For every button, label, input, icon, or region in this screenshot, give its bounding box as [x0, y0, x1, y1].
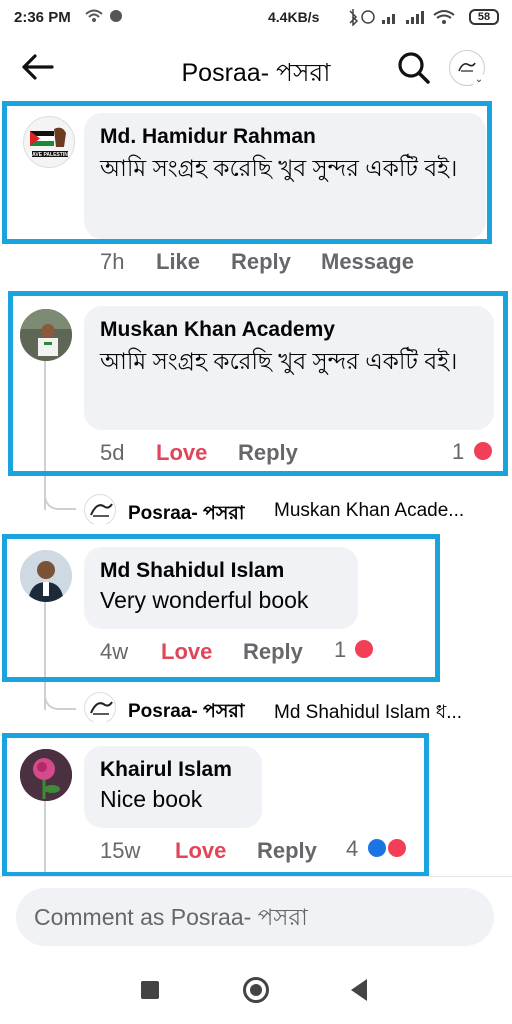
reply-preview-text: Muskan Khan Acade...	[274, 500, 465, 521]
comment-author[interactable]: Muskan Khan Academy	[100, 316, 478, 344]
academy-avatar-image	[20, 309, 72, 361]
reaction-count[interactable]: 4	[346, 836, 358, 862]
like-button[interactable]: Like	[156, 249, 200, 275]
reply-button[interactable]: Reply	[243, 639, 303, 665]
love-button[interactable]: Love	[161, 639, 212, 665]
comment-composer-bar: Comment as Posraa- পসরা	[0, 876, 512, 956]
recent-apps-button[interactable]	[141, 981, 159, 999]
page-title: Posraa- পসরা	[181, 59, 331, 87]
comment-author[interactable]: Md. Hamidur Rahman	[100, 123, 470, 151]
reply-button[interactable]: Reply	[257, 838, 317, 864]
thread-connector	[44, 470, 76, 510]
status-system-icons	[348, 8, 464, 29]
comment-actions: 15w Love Reply	[0, 838, 512, 868]
reaction-count[interactable]: 1	[334, 637, 346, 663]
love-button[interactable]: Love	[175, 838, 226, 864]
status-notification-icons	[84, 8, 128, 27]
comment-input[interactable]: Comment as Posraa- পসরা	[16, 888, 494, 946]
reply-preview-text: Md Shahidul Islam ধ...	[274, 702, 463, 722]
reply-button[interactable]: Reply	[231, 249, 291, 275]
network-speed: 4.4KB/s	[268, 9, 320, 25]
palestine-avatar-image: SAVE PALESTINE	[29, 127, 72, 158]
battery-indicator: 58	[469, 9, 499, 25]
comment-author[interactable]: Md Shahidul Islam	[100, 557, 342, 585]
heart-reaction-icon	[472, 440, 494, 462]
home-button[interactable]	[243, 977, 269, 1003]
profile-switcher-button[interactable]: ⌄	[449, 50, 486, 87]
comment-text: Very wonderful book	[100, 587, 309, 613]
avatar[interactable]	[20, 749, 72, 801]
wifi-status-icon	[85, 9, 122, 22]
comment-author[interactable]: Khairul Islam	[100, 756, 246, 784]
comment-bubble[interactable]: Md Shahidul Islam Very wonderful book	[84, 547, 358, 629]
signal-icons	[349, 9, 455, 27]
comment-actions: 4w Love Reply	[0, 639, 512, 669]
reaction-count[interactable]: 1	[452, 439, 464, 465]
comment-text: আমি সংগ্রহ করেছি খুব সুন্দর একটি বই।	[100, 155, 458, 181]
flower-avatar-image	[20, 749, 72, 801]
person-avatar-image	[20, 550, 72, 602]
search-icon[interactable]	[396, 50, 432, 86]
comment-actions: 5d Love Reply	[0, 440, 512, 470]
love-button[interactable]: Love	[156, 440, 207, 466]
comment-time: 7h	[100, 249, 125, 274]
posraa-logo-icon	[84, 692, 116, 722]
comment-time: 5d	[100, 440, 125, 465]
chevron-down-icon: ⌄	[472, 73, 486, 87]
comment-bubble[interactable]: Md. Hamidur Rahman আমি সংগ্রহ করেছি খুব …	[84, 113, 486, 239]
reply-author[interactable]: Posraa- পসরা	[128, 697, 244, 722]
system-nav-bar	[0, 956, 512, 1024]
like-reaction-icon	[366, 837, 388, 859]
heart-reaction-icon	[353, 638, 375, 660]
comment-actions: 7h Like Reply Message	[0, 249, 512, 279]
message-button[interactable]: Message	[321, 249, 414, 275]
comment-text: Nice book	[100, 786, 203, 812]
reply-author[interactable]: Posraa- পসরা	[128, 499, 244, 524]
avatar[interactable]: SAVE PALESTINE	[23, 116, 75, 168]
svg-text:SAVE PALESTINE: SAVE PALESTINE	[29, 152, 72, 158]
app-header: Posraa- পসরা ⌄	[0, 38, 512, 98]
comment-bubble[interactable]: Muskan Khan Academy আমি সংগ্রহ করেছি খুব…	[84, 306, 494, 430]
avatar[interactable]	[20, 550, 72, 602]
comment-text: আমি সংগ্রহ করেছি খুব সুন্দর একটি বই।	[100, 348, 458, 374]
heart-reaction-icon	[386, 837, 408, 859]
comment-time: 4w	[100, 639, 129, 664]
avatar[interactable]	[20, 309, 72, 361]
status-bar: 2:36 PM 4.4KB/s 58	[0, 0, 512, 34]
back-button[interactable]	[351, 979, 367, 1001]
reply-preview-row[interactable]: Posraa- পসরা Muskan Khan Acade...	[84, 494, 504, 524]
reply-button[interactable]: Reply	[238, 440, 298, 466]
status-time: 2:36 PM	[14, 9, 71, 26]
comment-time: 15w	[100, 838, 141, 863]
posraa-logo-icon	[84, 494, 116, 524]
posraa-logo-icon	[458, 62, 476, 72]
comment-bubble[interactable]: Khairul Islam Nice book	[84, 746, 262, 828]
reply-preview-row[interactable]: Posraa- পসরা Md Shahidul Islam ধ...	[84, 692, 504, 722]
